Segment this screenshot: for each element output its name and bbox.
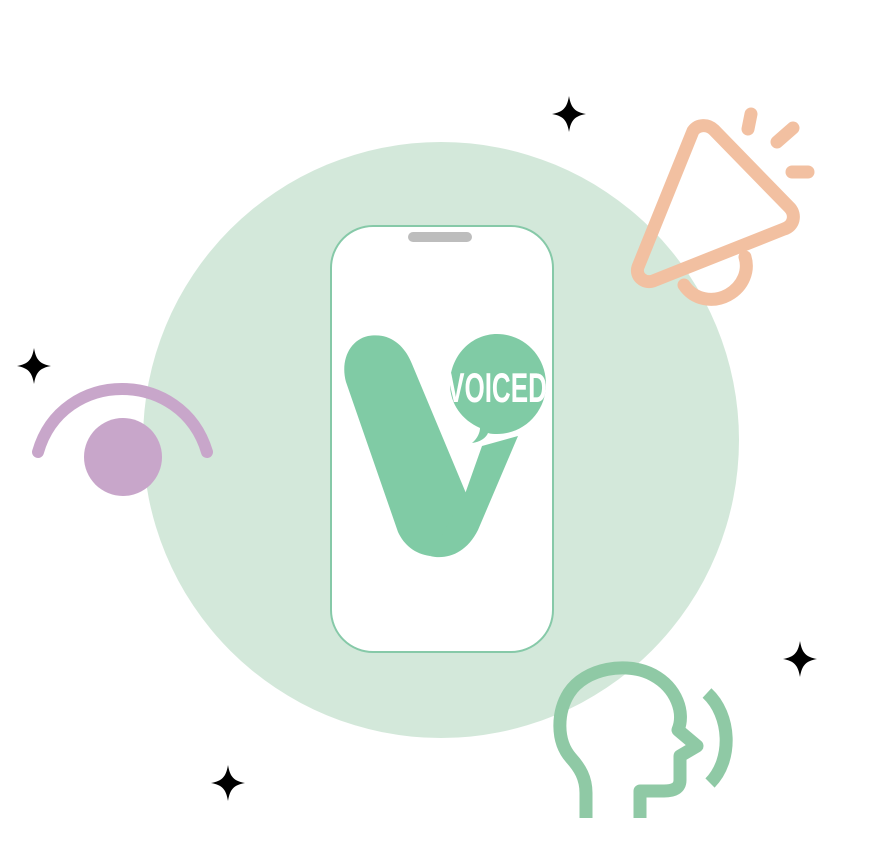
- phone-notch: [408, 232, 472, 242]
- illustration: VOICED: [0, 0, 893, 853]
- logo-text: VOICED: [447, 365, 547, 412]
- illustration-svg: VOICED: [0, 0, 893, 853]
